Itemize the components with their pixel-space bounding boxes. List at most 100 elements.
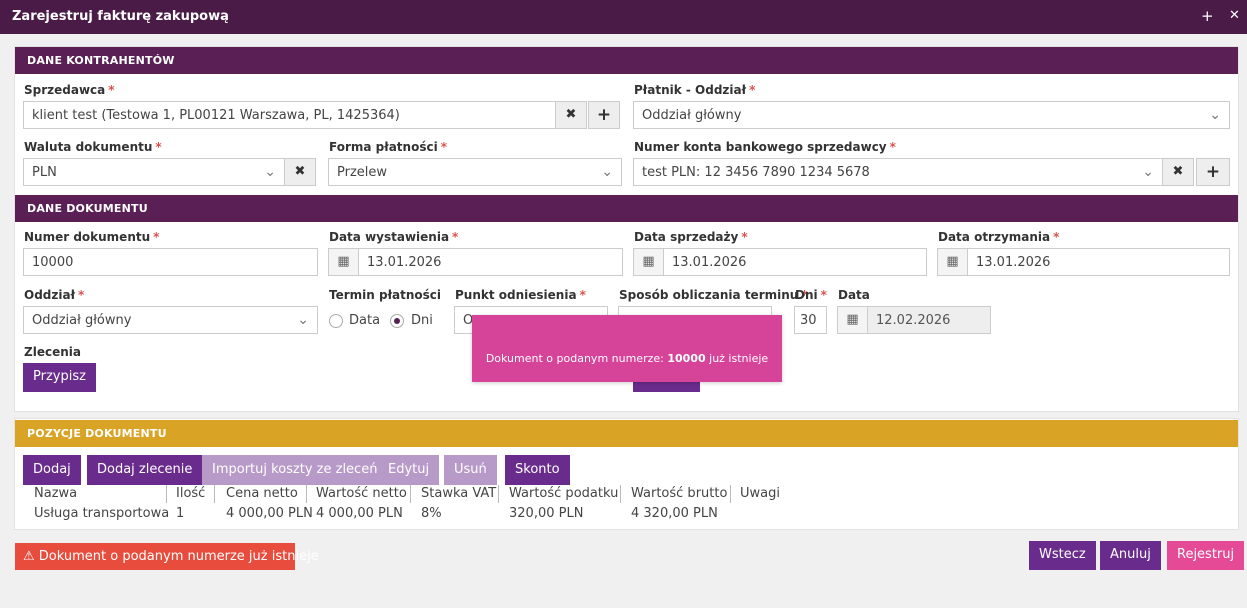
column-header-vat-rate[interactable]: Stawka VAT (421, 486, 496, 501)
bank-account-value: test PLN: 12 3456 7890 1234 5678 (642, 165, 870, 180)
term-days-radio[interactable] (390, 314, 404, 328)
column-header-net-value[interactable]: Wartość netto (316, 486, 407, 501)
seller-label: Sprzedawca * (24, 83, 115, 97)
branch-label: Oddział * (24, 288, 85, 302)
assign-order-button[interactable]: Przypisz (23, 363, 96, 392)
error-message: ⚠ Dokument o podanym numerze już istniej… (15, 543, 319, 570)
calendar-icon: ▦ (938, 249, 968, 275)
bank-account-add-button[interactable]: + (1196, 158, 1230, 186)
add-icon[interactable]: + (1201, 8, 1214, 24)
chevron-down-icon: ⌄ (1209, 107, 1221, 123)
branch-value: Oddział główny (32, 313, 132, 328)
due-date-input: ▦ 12.02.2026 (837, 306, 991, 334)
payment-term-label: Termin płatności (329, 288, 442, 302)
delete-position-button[interactable]: Usuń (444, 455, 497, 485)
positions-section-header: POZYCJE DOKUMENTU (15, 420, 1238, 447)
cell-net-price[interactable]: 4 000,00 PLN (226, 506, 313, 521)
receipt-date-label: Data otrzymania * (938, 230, 1060, 244)
term-date-radio-label: Data (349, 313, 381, 328)
cell-quantity[interactable]: 1 (176, 506, 184, 521)
cell-gross-value[interactable]: 4 320,00 PLN (631, 506, 718, 521)
cancel-button[interactable]: Anuluj (1100, 541, 1161, 570)
back-button[interactable]: Wstecz (1029, 541, 1096, 570)
receipt-date-input[interactable]: ▦ 13.01.2026 (937, 248, 1230, 276)
bank-account-label: Numer konta bankowego sprzedawcy * (634, 140, 896, 154)
chevron-down-icon: ⌄ (264, 164, 276, 180)
receipt-date-value: 13.01.2026 (976, 255, 1051, 270)
reference-point-label: Punkt odniesienia * (455, 288, 586, 302)
days-label: Dni * (795, 288, 827, 302)
sale-date-value: 13.01.2026 (672, 255, 747, 270)
seller-field[interactable]: klient test (Testowa 1, PL00121 Warszawa… (23, 101, 556, 129)
column-separator (214, 485, 215, 503)
sale-date-label: Data sprzedaży * (634, 230, 748, 244)
payment-form-select[interactable]: Przelew ⌄ (328, 158, 622, 186)
seller-add-button[interactable]: + (588, 101, 620, 129)
sale-date-input[interactable]: ▦ 13.01.2026 (633, 248, 927, 276)
term-date-radio[interactable] (329, 314, 343, 328)
import-costs-button[interactable]: Importuj koszty ze zleceń (202, 455, 388, 485)
toast-suffix: już istnieje (705, 352, 769, 365)
column-header-notes[interactable]: Uwagi (740, 486, 780, 501)
toast-number: 10000 (667, 352, 706, 365)
column-separator (166, 485, 167, 503)
calc-method-label: Sposób obliczania terminu * (619, 288, 808, 302)
cell-vat-rate[interactable]: 8% (421, 506, 442, 521)
document-number-input[interactable]: 10000 (23, 248, 318, 276)
payment-form-label: Forma płatności * (329, 140, 447, 154)
orders-label: Zlecenia (24, 345, 81, 359)
discount-button[interactable]: Skonto (505, 455, 570, 485)
column-header-net-price[interactable]: Cena netto (226, 486, 298, 501)
calendar-icon: ▦ (329, 249, 359, 275)
toast-prefix: Dokument o podanym numerze: (485, 352, 668, 365)
term-days-radio-label: Dni (411, 313, 433, 328)
column-header-gross-value[interactable]: Wartość brutto (631, 486, 727, 501)
cell-tax-value[interactable]: 320,00 PLN (509, 506, 583, 521)
column-header-quantity[interactable]: Ilość (176, 486, 205, 501)
column-separator (730, 485, 731, 503)
bank-account-clear-button[interactable]: ✖ (1162, 158, 1194, 186)
add-order-button[interactable]: Dodaj zlecenie (87, 455, 203, 485)
add-position-button[interactable]: Dodaj (23, 455, 81, 485)
column-header-name[interactable]: Nazwa (34, 486, 77, 501)
column-separator (498, 485, 499, 503)
contractors-section-header: DANE KONTRAHENTÓW (15, 47, 1238, 74)
warning-icon: ⚠ (23, 549, 35, 564)
chevron-down-icon: ⌄ (1142, 164, 1154, 180)
window-title: Zarejestruj fakturę zakupową (12, 9, 229, 24)
edit-position-button[interactable]: Edytuj (378, 455, 440, 485)
document-section-header: DANE DOKUMENTU (15, 195, 1238, 222)
issue-date-input[interactable]: ▦ 13.01.2026 (328, 248, 623, 276)
due-date-label: Data (838, 288, 870, 302)
issue-date-value: 13.01.2026 (367, 255, 442, 270)
currency-value: PLN (32, 165, 57, 180)
cell-net-value[interactable]: 4 000,00 PLN (316, 506, 403, 521)
register-button[interactable]: Rejestruj (1167, 541, 1245, 570)
currency-select[interactable]: PLN ⌄ (23, 158, 285, 186)
days-input[interactable]: 30 (794, 306, 827, 334)
due-date-value: 12.02.2026 (876, 313, 951, 328)
payer-value: Oddział główny (642, 108, 742, 123)
payer-select[interactable]: Oddział główny ⌄ (633, 101, 1230, 129)
window-titlebar: Zarejestruj fakturę zakupową + ✕ (0, 0, 1247, 34)
calendar-icon: ▦ (634, 249, 664, 275)
column-separator (306, 485, 307, 503)
column-separator (410, 485, 411, 503)
column-header-tax-value[interactable]: Wartość podatku (509, 486, 618, 501)
payer-label: Płatnik - Oddział * (634, 83, 756, 97)
payment-form-value: Przelew (337, 165, 388, 180)
chevron-down-icon: ⌄ (601, 164, 613, 180)
document-number-label: Numer dokumentu * (24, 230, 160, 244)
close-icon[interactable]: ✕ (1229, 8, 1240, 24)
calendar-icon: ▦ (838, 307, 868, 333)
branch-select[interactable]: Oddział główny ⌄ (23, 306, 318, 334)
currency-label: Waluta dokumentu * (24, 140, 162, 154)
seller-clear-button[interactable]: ✖ (555, 101, 587, 129)
issue-date-label: Data wystawienia * (329, 230, 459, 244)
currency-clear-button[interactable]: ✖ (284, 158, 316, 186)
cell-name[interactable]: Usługa transportowa (34, 506, 169, 521)
chevron-down-icon: ⌄ (297, 312, 309, 328)
column-separator (620, 485, 621, 503)
bank-account-select[interactable]: test PLN: 12 3456 7890 1234 5678 ⌄ (633, 158, 1163, 186)
duplicate-number-toast: Dokument o podanym numerze: 10000 już is… (472, 315, 782, 382)
